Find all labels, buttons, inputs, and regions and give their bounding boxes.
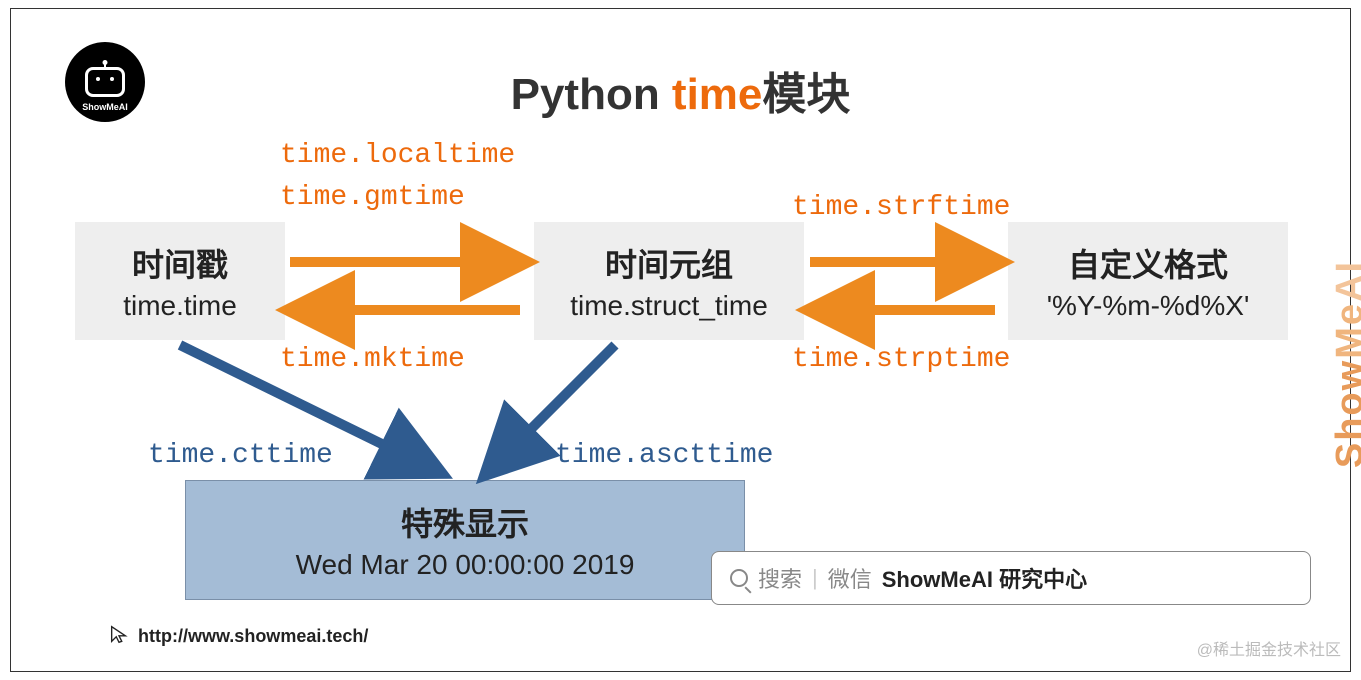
edge-label-strptime: time.strptime xyxy=(792,344,1010,375)
title-accent: time xyxy=(672,70,762,119)
search-icon xyxy=(730,569,748,587)
slide-title: Python time模块 xyxy=(0,58,1361,122)
title-suffix: 模块 xyxy=(762,70,850,119)
source-watermark: @稀土掘金技术社区 xyxy=(1197,636,1341,660)
wechat-label: 微信 xyxy=(828,562,872,594)
edge-label-ascttime: time.ascttime xyxy=(555,440,773,471)
node-special-head: 特殊显示 xyxy=(196,499,734,545)
node-timestamp-head: 时间戳 xyxy=(85,240,275,286)
footer-url: http://www.showmeai.tech/ xyxy=(108,623,368,650)
search-label: 搜索 xyxy=(758,562,802,594)
side-brand-watermark: ShowMeAI xyxy=(1329,260,1361,468)
node-format-sub: '%Y-%m-%d%X' xyxy=(1018,290,1278,322)
search-callout: 搜索 | 微信 ShowMeAI 研究中心 xyxy=(711,551,1311,605)
footer-url-text: http://www.showmeai.tech/ xyxy=(138,626,368,647)
edge-label-gmtime: time.gmtime xyxy=(280,182,465,213)
edge-label-mktime: time.mktime xyxy=(280,344,465,375)
node-special-sub: Wed Mar 20 00:00:00 2019 xyxy=(196,549,734,581)
node-struct-head: 时间元组 xyxy=(544,240,794,286)
edge-label-cttime: time.cttime xyxy=(148,440,333,471)
node-custom-format: 自定义格式 '%Y-%m-%d%X' xyxy=(1008,222,1288,340)
node-struct-sub: time.struct_time xyxy=(544,290,794,322)
node-struct-time: 时间元组 time.struct_time xyxy=(534,222,804,340)
node-format-head: 自定义格式 xyxy=(1018,240,1278,286)
separator-icon: | xyxy=(812,565,818,591)
search-brand: ShowMeAI 研究中心 xyxy=(882,562,1087,594)
edge-label-strftime: time.strftime xyxy=(792,192,1010,223)
title-prefix: Python xyxy=(511,70,672,119)
edge-label-localtime: time.localtime xyxy=(280,140,515,171)
node-special-display: 特殊显示 Wed Mar 20 00:00:00 2019 xyxy=(185,480,745,600)
cursor-icon xyxy=(108,623,130,650)
node-timestamp: 时间戳 time.time xyxy=(75,222,285,340)
node-timestamp-sub: time.time xyxy=(85,290,275,322)
